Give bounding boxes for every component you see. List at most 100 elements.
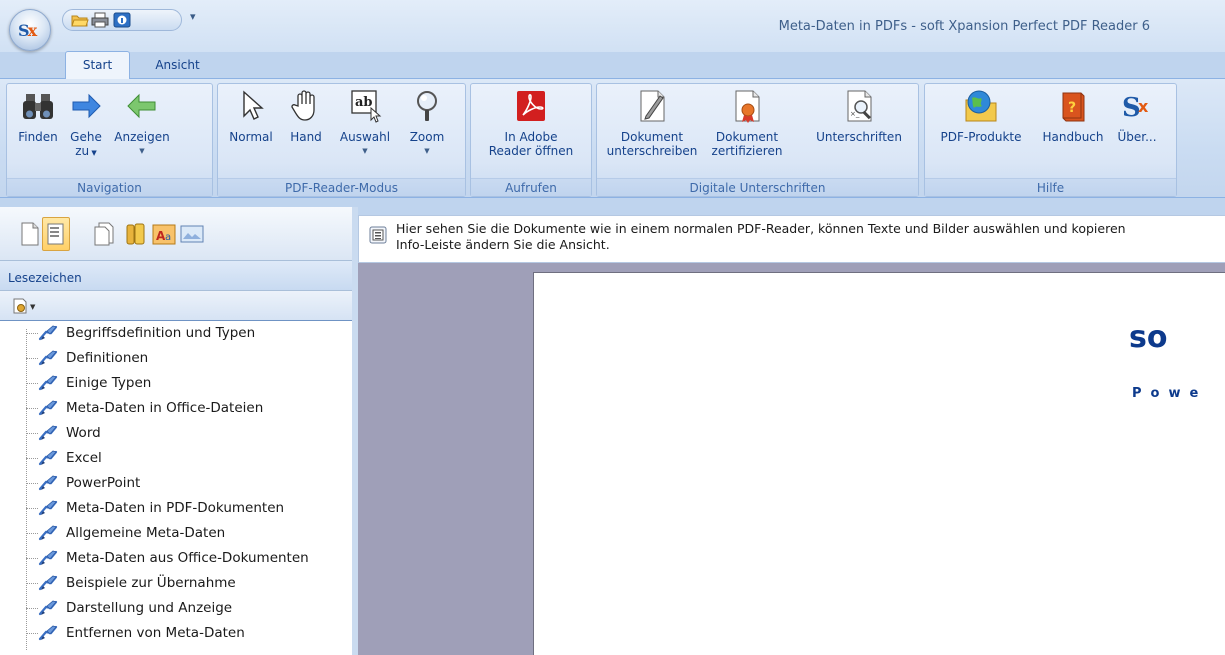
bookmark-icon	[38, 575, 58, 591]
gehe-zu-button[interactable]: Gehe zu ▼	[65, 88, 107, 160]
bookmark-icon	[38, 400, 58, 416]
hand-label: Hand	[290, 130, 322, 144]
zoom-button[interactable]: Zoom ▼	[402, 88, 452, 158]
group-label-aufrufen: Aufrufen	[471, 178, 591, 196]
dropdown-arrow-icon: ▼	[424, 147, 430, 155]
group-aufrufen: In Adobe Reader öffnen Aufrufen	[470, 83, 592, 197]
tab-start[interactable]: Start	[65, 51, 130, 79]
bookmark-item[interactable]: Excel	[26, 446, 346, 471]
adobe-reader-icon	[517, 91, 545, 121]
bookmark-label: Meta-Daten in Office-Dateien	[66, 400, 264, 416]
bookmark-item[interactable]: PowerPoint	[26, 471, 346, 496]
pdf-produkte-button[interactable]: PDF-Produkte	[929, 88, 1033, 144]
document-info-icon	[369, 226, 387, 244]
group-label-digitale-unterschriften: Digitale Unterschriften	[597, 178, 918, 196]
dokument-label-2: Dokument	[715, 130, 779, 144]
ueber-button[interactable]: S x Über...	[1111, 88, 1163, 144]
arrow-left-icon	[127, 93, 156, 119]
bookmark-item[interactable]: Begriffsdefinition und Typen	[26, 321, 346, 346]
bookmark-label: Beispiele zur Übernahme	[66, 575, 236, 591]
dropdown-arrow-icon: ▼	[139, 147, 145, 155]
ueber-label: Über...	[1117, 130, 1157, 144]
certify-document-icon	[735, 90, 760, 123]
bookmark-label: PowerPoint	[66, 475, 141, 491]
bookmark-item[interactable]: Definitionen	[26, 346, 346, 371]
sx-logo-icon: S x	[1122, 93, 1149, 123]
bookmark-label: Word	[66, 425, 101, 441]
bookmark-item[interactable]: Word	[26, 421, 346, 446]
tree-connector	[26, 433, 38, 434]
handbuch-button[interactable]: ? Handbuch	[1035, 88, 1111, 144]
bookmark-label: Begriffsdefinition und Typen	[66, 325, 256, 341]
sign-document-icon	[640, 90, 665, 122]
bookmark-item[interactable]: Beispiele zur Übernahme	[26, 571, 346, 596]
fonts-view-icon[interactable]: A a	[152, 221, 176, 247]
bookmark-item[interactable]: Meta-Daten aus Office-Dokumenten	[26, 546, 346, 571]
group-label-hilfe: Hilfe	[925, 178, 1176, 196]
tree-connector	[26, 333, 38, 334]
group-navigation: Finden Gehe zu ▼ Anzeigen ▼ Navigation	[6, 83, 213, 197]
unterschreiben-label: unterschreiben	[606, 144, 698, 158]
unterschriften-button[interactable]: ×_ Unterschriften	[809, 88, 909, 144]
bookmark-icon	[38, 550, 58, 566]
bookmarks-view-icon	[47, 223, 64, 245]
pages-view-icon[interactable]	[92, 221, 116, 247]
bookmarks-toolbar: ▼	[0, 291, 352, 321]
dropdown-arrow-icon: ▼	[89, 149, 97, 157]
in-adobe-label: In Adobe	[504, 130, 558, 144]
images-view-icon[interactable]	[180, 221, 204, 247]
bookmark-item[interactable]: Meta-Daten in Office-Dateien	[26, 396, 346, 421]
dokument-label: Dokument	[620, 130, 684, 144]
ribbon: Finden Gehe zu ▼ Anzeigen ▼ Navigation N…	[0, 78, 1225, 198]
tree-connector	[26, 558, 38, 559]
in-adobe-reader-button[interactable]: In Adobe Reader öffnen	[477, 88, 585, 158]
unterschriften-label: Unterschriften	[816, 130, 902, 144]
hand-button[interactable]: Hand	[284, 88, 328, 144]
bookmark-item[interactable]: Meta-Daten in PDF-Dokumenten	[26, 496, 346, 521]
tree-connector	[26, 608, 38, 609]
panel-view-toolbar: A a	[0, 207, 352, 261]
gehe-label: Gehe	[70, 130, 102, 144]
bookmark-label: Meta-Daten aus Office-Dokumenten	[66, 550, 309, 566]
dokument-unterschreiben-button[interactable]: Dokument unterschreiben	[599, 88, 705, 158]
anzeigen-button[interactable]: Anzeigen ▼	[109, 88, 175, 158]
bookmark-icon	[38, 625, 58, 641]
cursor-icon	[243, 90, 264, 120]
bookmark-label: Allgemeine Meta-Daten	[66, 525, 226, 541]
info-text-line-1: Hier sehen Sie die Dokumente wie in eine…	[396, 221, 1126, 236]
tree-connector	[26, 483, 38, 484]
svg-text:x: x	[1138, 97, 1149, 116]
info-text: Hier sehen Sie die Dokumente wie in eine…	[396, 221, 1225, 253]
normal-button[interactable]: Normal	[222, 88, 280, 144]
bookmark-label: Excel	[66, 450, 102, 466]
bookmark-tree: Begriffsdefinition und Typen Definitionen…	[0, 321, 352, 655]
anzeigen-label: Anzeigen	[114, 130, 170, 144]
bookmark-icon	[38, 350, 58, 366]
bookmark-item[interactable]: Einige Typen	[26, 371, 346, 396]
auswahl-button[interactable]: ab Auswahl ▼	[334, 88, 396, 158]
handbuch-label: Handbuch	[1042, 130, 1104, 144]
page-view-icon[interactable]	[18, 221, 42, 247]
bookmark-item[interactable]: Darstellung und Anzeige	[26, 596, 346, 621]
bookmark-icon	[38, 600, 58, 616]
bookmark-label: Entfernen von Meta-Daten	[66, 625, 245, 641]
tab-ansicht[interactable]: Ansicht	[145, 52, 210, 78]
attachments-view-icon[interactable]	[124, 221, 148, 247]
auswahl-label: Auswahl	[339, 130, 391, 144]
zu-label: zu	[75, 144, 90, 158]
bookmark-label: Darstellung und Anzeige	[66, 600, 233, 616]
document-viewer[interactable]: so Powe	[358, 263, 1225, 655]
pdf-page[interactable]: so Powe	[533, 272, 1225, 655]
zertifizieren-label: zertifizieren	[711, 144, 783, 158]
bookmarks-view-button[interactable]	[42, 217, 70, 251]
group-label-pdf-reader-modus: PDF-Reader-Modus	[218, 178, 465, 196]
normal-label: Normal	[229, 130, 273, 144]
bookmark-item[interactable]: Allgemeine Meta-Daten	[26, 521, 346, 546]
binoculars-icon	[23, 94, 53, 119]
tree-connector	[26, 583, 38, 584]
bookmark-options-icon[interactable]: ▼	[12, 297, 40, 315]
page-logo-text: so	[1129, 320, 1168, 355]
bookmark-item[interactable]: Entfernen von Meta-Daten	[26, 621, 346, 646]
finden-button[interactable]: Finden	[12, 88, 64, 144]
dokument-zertifizieren-button[interactable]: Dokument zertifizieren	[705, 88, 789, 158]
